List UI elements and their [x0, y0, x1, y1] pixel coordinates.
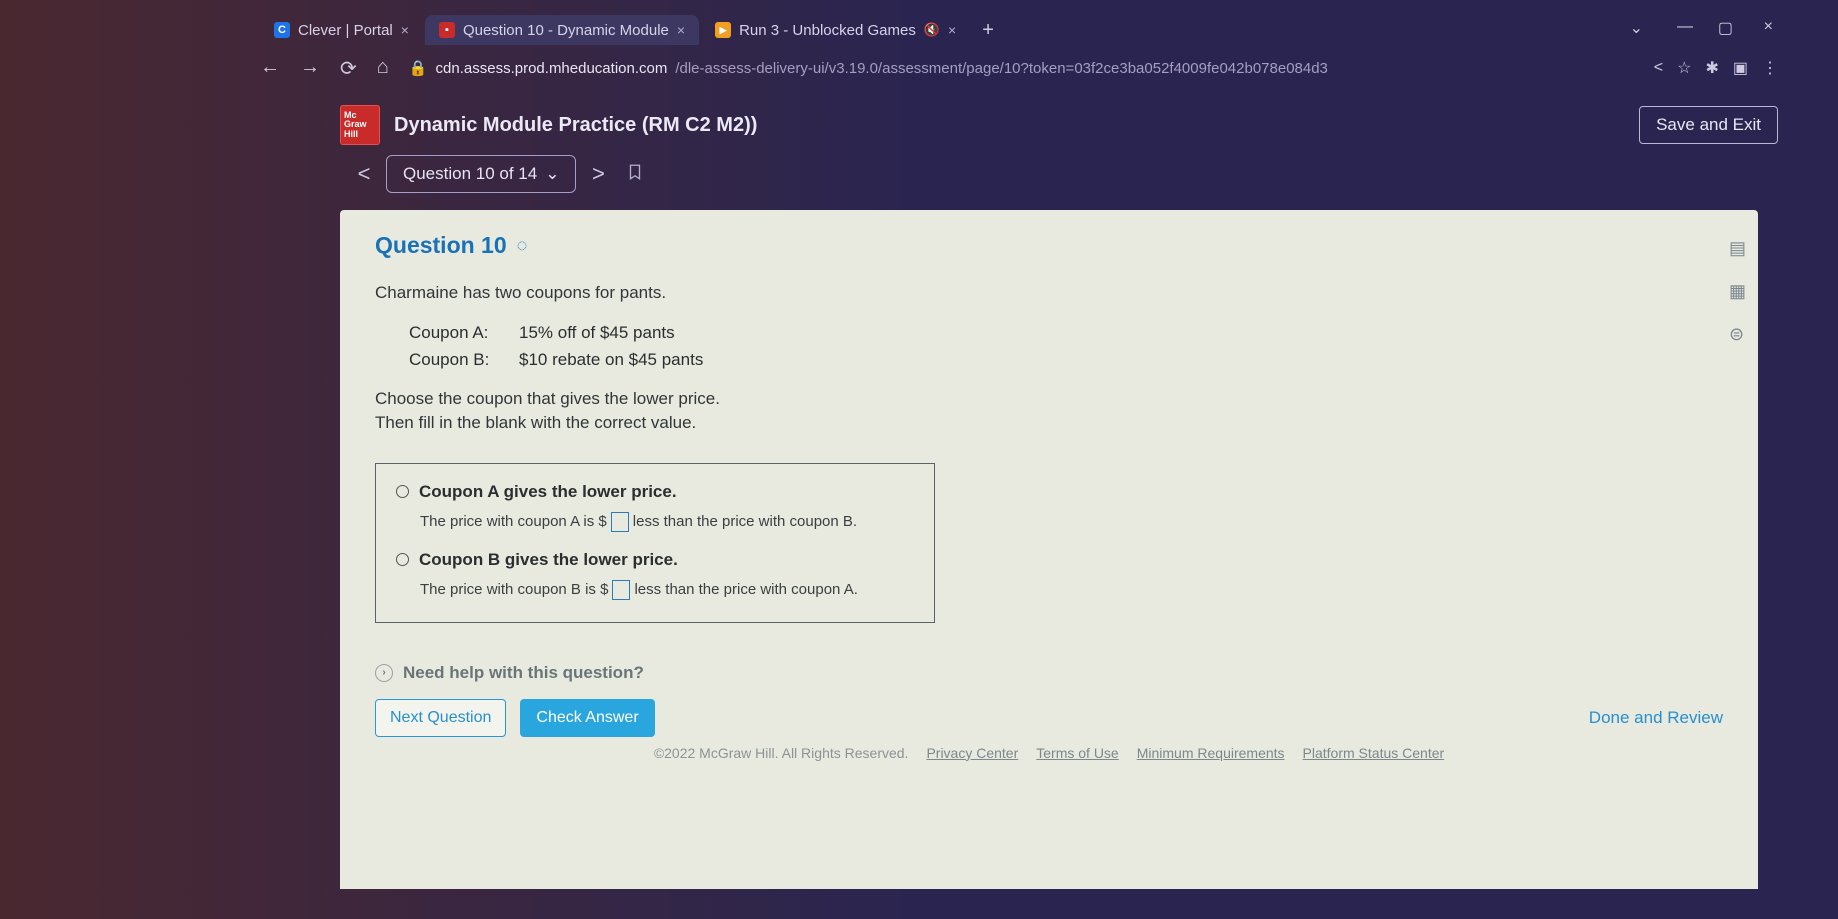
coupon-a-row: Coupon A: 15% off of $45 pants: [409, 319, 1723, 346]
help-label: Need help with this question?: [403, 663, 644, 683]
coupon-a-label: Coupon A:: [409, 319, 505, 346]
tab-clever[interactable]: C Clever | Portal ×: [260, 15, 423, 45]
run3-favicon: ▶: [715, 22, 731, 38]
mcgraw-favicon: ▪: [439, 22, 455, 38]
status-link[interactable]: Platform Status Center: [1303, 745, 1445, 761]
tab-run3[interactable]: ▶ Run 3 - Unblocked Games 🔇 ×: [701, 15, 970, 45]
url-path: /dle-assess-delivery-ui/v3.19.0/assessme…: [675, 60, 1328, 77]
browser-tabs: C Clever | Portal × ▪ Question 10 - Dyna…: [260, 15, 1778, 45]
question-intro: Charmaine has two coupons for pants.: [375, 281, 1723, 305]
check-answer-button[interactable]: Check Answer: [520, 699, 654, 737]
instruct-2: Then fill in the blank with the correct …: [375, 411, 1723, 435]
close-window-icon[interactable]: ×: [1764, 18, 1773, 36]
maximize-icon[interactable]: ▢: [1718, 18, 1733, 38]
next-question-chevron[interactable]: >: [584, 156, 612, 192]
option-a-detail: The price with coupon A is $ less than t…: [420, 512, 914, 532]
prev-question-button[interactable]: <: [350, 156, 378, 192]
terms-link[interactable]: Terms of Use: [1036, 745, 1118, 761]
option-b[interactable]: Coupon B gives the lower price.: [396, 550, 914, 570]
instruct-1: Choose the coupon that gives the lower p…: [375, 387, 1723, 411]
url-domain: cdn.assess.prod.mheducation.com: [436, 60, 668, 77]
option-a-post: less than the price with coupon B.: [633, 513, 857, 530]
close-icon[interactable]: ×: [948, 22, 956, 38]
mcgraw-hill-logo: Mc Graw Hill: [340, 105, 380, 145]
coupon-block: Coupon A: 15% off of $45 pants Coupon B:…: [409, 319, 1723, 373]
forward-icon[interactable]: →: [300, 56, 320, 81]
question-status-icon: ◌: [517, 235, 528, 256]
radio-icon[interactable]: [396, 553, 409, 566]
browser-toolbar: ← → ⟳ ⌂ 🔒 cdn.assess.prod.mheducation.co…: [260, 50, 1778, 86]
app-header: Mc Graw Hill Dynamic Module Practice (RM…: [340, 102, 1778, 148]
next-question-button[interactable]: Next Question: [375, 699, 506, 737]
share-icon[interactable]: <: [1654, 59, 1663, 77]
minreq-link[interactable]: Minimum Requirements: [1137, 745, 1285, 761]
copyright-text: ©2022 McGraw Hill. All Rights Reserved.: [654, 745, 909, 761]
save-exit-button[interactable]: Save and Exit: [1639, 106, 1778, 144]
option-b-value-input[interactable]: [612, 580, 630, 600]
question-panel: Question 10 ◌ Charmaine has two coupons …: [340, 210, 1758, 889]
close-icon[interactable]: ×: [677, 22, 685, 38]
calculator-icon[interactable]: ▦: [1729, 281, 1746, 302]
question-of-label: Question 10 of 14: [403, 164, 537, 184]
question-heading-row: Question 10 ◌: [375, 232, 1723, 259]
minimize-icon[interactable]: —: [1677, 18, 1693, 36]
footer-legal: ©2022 McGraw Hill. All Rights Reserved. …: [375, 745, 1723, 761]
home-icon[interactable]: ⌂: [377, 56, 389, 81]
option-b-pre: The price with coupon B is $: [420, 581, 608, 598]
chevron-right-icon: ›: [375, 664, 393, 682]
question-nav: < Question 10 of 14 ⌄ >: [350, 155, 644, 193]
reload-icon[interactable]: ⟳: [340, 56, 357, 81]
option-b-label: Coupon B gives the lower price.: [419, 550, 678, 570]
privacy-link[interactable]: Privacy Center: [926, 745, 1018, 761]
tool-rail: ▤ ▦ ⊜: [1729, 238, 1746, 345]
back-icon[interactable]: ←: [260, 56, 280, 81]
bookmark-icon[interactable]: [626, 161, 644, 187]
done-review-link[interactable]: Done and Review: [1589, 708, 1723, 728]
question-selector[interactable]: Question 10 of 14 ⌄: [386, 155, 576, 193]
extension-icon[interactable]: ✱: [1705, 58, 1718, 78]
profile-icon[interactable]: ▣: [1733, 58, 1748, 78]
answer-box: Coupon A gives the lower price. The pric…: [375, 463, 935, 623]
close-icon[interactable]: ×: [401, 22, 409, 38]
print-icon[interactable]: ⊜: [1729, 324, 1746, 345]
option-b-detail: The price with coupon B is $ less than t…: [420, 580, 914, 600]
address-bar[interactable]: 🔒 cdn.assess.prod.mheducation.com/dle-as…: [403, 59, 1403, 77]
option-a[interactable]: Coupon A gives the lower price.: [396, 482, 914, 502]
coupon-b-row: Coupon B: $10 rebate on $45 pants: [409, 346, 1723, 373]
notes-icon[interactable]: ▤: [1729, 238, 1746, 259]
tab-run3-label: Run 3 - Unblocked Games: [739, 22, 916, 39]
expand-icon[interactable]: ⌄: [1630, 18, 1643, 38]
coupon-b-label: Coupon B:: [409, 346, 505, 373]
question-heading: Question 10: [375, 232, 507, 259]
tab-mcgraw-label: Question 10 - Dynamic Module: [463, 22, 669, 39]
coupon-b-text: $10 rebate on $45 pants: [519, 346, 703, 373]
module-title: Dynamic Module Practice (RM C2 M2)): [394, 114, 757, 137]
option-b-post: less than the price with coupon A.: [634, 581, 857, 598]
clever-favicon: C: [274, 22, 290, 38]
option-a-value-input[interactable]: [611, 512, 629, 532]
new-tab-button[interactable]: +: [972, 19, 1004, 42]
option-a-label: Coupon A gives the lower price.: [419, 482, 677, 502]
chevron-down-icon: ⌄: [545, 164, 559, 184]
menu-icon[interactable]: ⋮: [1762, 58, 1778, 78]
bottom-bar: Next Question Check Answer Done and Revi…: [375, 699, 1723, 737]
logo-line3: Hill: [344, 130, 358, 139]
tab-clever-label: Clever | Portal: [298, 22, 393, 39]
mute-icon[interactable]: 🔇: [924, 22, 940, 38]
nav-arrows: ← → ⟳ ⌂: [260, 56, 389, 81]
coupon-a-text: 15% off of $45 pants: [519, 319, 675, 346]
radio-icon[interactable]: [396, 485, 409, 498]
help-row[interactable]: › Need help with this question?: [375, 663, 1723, 683]
lock-icon: 🔒: [409, 59, 428, 77]
tab-mcgraw[interactable]: ▪ Question 10 - Dynamic Module ×: [425, 15, 699, 45]
option-a-pre: The price with coupon A is $: [420, 513, 607, 530]
toolbar-right-icons: < ☆ ✱ ▣ ⋮: [1654, 58, 1778, 78]
star-icon[interactable]: ☆: [1677, 58, 1691, 78]
screen-root: C Clever | Portal × ▪ Question 10 - Dyna…: [0, 0, 1838, 919]
